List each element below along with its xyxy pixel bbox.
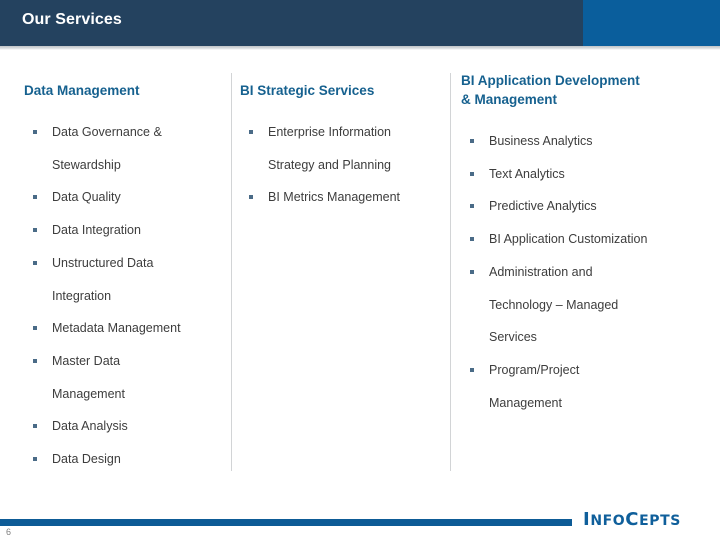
list-item[interactable]: Data Analysis [24, 410, 224, 443]
list-item[interactable]: Enterprise Information Strategy and Plan… [240, 116, 443, 181]
list-item[interactable]: Unstructured Data Integration [24, 247, 224, 312]
bullet-square-icon [470, 237, 474, 242]
list-item-label: Data Integration [52, 223, 141, 238]
bullet-square-icon [33, 326, 37, 331]
column-bi-application-development: BI Application Development & Management … [461, 62, 713, 419]
logo-letters-epts: EPTS [639, 513, 681, 529]
services-columns: Data Management Data Governance & Stewar… [0, 62, 720, 482]
list-item-label: Data Quality [52, 190, 121, 205]
list-item[interactable]: Data Quality [24, 181, 224, 214]
service-list-3: Business Analytics Text Analytics Predic… [461, 125, 713, 419]
column-divider-2 [450, 73, 451, 471]
bullet-square-icon [33, 457, 37, 462]
list-item-label: Text Analytics [489, 166, 565, 181]
service-list-1: Data Governance & Stewardship Data Quali… [24, 116, 224, 476]
bullet-square-icon [470, 204, 474, 209]
list-item-label: Metadata Management [52, 321, 181, 336]
bullet-square-icon [33, 228, 37, 233]
bullet-square-icon [33, 130, 37, 134]
bullet-square-icon [470, 269, 474, 274]
page-title: Our Services [22, 11, 122, 28]
logo-letters-nfo: NFO [590, 513, 626, 529]
bullet-square-icon [470, 139, 474, 143]
bullet-square-icon [470, 171, 474, 176]
list-item-label: Business Analytics [489, 134, 593, 148]
list-item[interactable]: Business Analytics [461, 125, 713, 158]
column-heading-3: BI Application Development & Management [461, 73, 640, 107]
header-shadow-divider [0, 46, 720, 50]
list-item[interactable]: Master Data Management [24, 345, 224, 410]
header-blue-accent-band [583, 0, 720, 46]
list-item[interactable]: BI Metrics Management [240, 181, 443, 214]
list-item-label: Program/Project Management [489, 362, 580, 410]
bullet-square-icon [33, 358, 37, 363]
column-bi-strategic-services: BI Strategic Services Enterprise Informa… [240, 62, 443, 214]
list-item[interactable]: Data Integration [24, 214, 224, 247]
list-item-label: Enterprise Information Strategy and Plan… [268, 125, 392, 172]
column-data-management: Data Management Data Governance & Stewar… [24, 62, 224, 476]
bullet-square-icon [33, 260, 37, 265]
bullet-square-icon [33, 424, 37, 429]
logo-letter-c: C [625, 509, 640, 530]
bullet-square-icon [249, 130, 253, 134]
list-item[interactable]: BI Application Customization [461, 223, 713, 256]
bullet-square-icon [470, 367, 474, 372]
list-item-label: Data Governance & Stewardship [52, 125, 162, 172]
service-list-2: Enterprise Information Strategy and Plan… [240, 116, 443, 214]
list-item[interactable]: Metadata Management [24, 312, 224, 345]
list-item-label: Administration and Technology – Managed … [489, 264, 619, 345]
infocepts-logo: INFOCEPTS [583, 508, 715, 532]
list-item-label: Master Data Management [52, 353, 125, 401]
list-item[interactable]: Data Design [24, 443, 224, 476]
list-item-label: Data Analysis [52, 419, 128, 434]
footer-accent-bar [0, 519, 572, 526]
list-item[interactable]: Program/Project Management [461, 354, 713, 419]
list-item[interactable]: Text Analytics [461, 158, 713, 191]
list-item[interactable]: Predictive Analytics [461, 190, 713, 223]
list-item[interactable]: Data Governance & Stewardship [24, 116, 224, 181]
list-item[interactable]: Administration and Technology – Managed … [461, 256, 713, 354]
list-item-label: Unstructured Data Integration [52, 255, 154, 303]
column-divider-1 [231, 73, 232, 471]
logo-wordmark: INFOCEPTS [583, 508, 715, 533]
column-heading-1: Data Management [24, 83, 140, 98]
list-item-label: Data Design [52, 452, 121, 467]
bullet-square-icon [33, 195, 37, 200]
list-item-label: BI Metrics Management [268, 190, 400, 205]
column-heading-2: BI Strategic Services [240, 83, 375, 98]
page-number: 6 [6, 527, 12, 537]
list-item-label: BI Application Customization [489, 232, 648, 247]
slide-header: Our Services [0, 0, 720, 46]
bullet-square-icon [249, 195, 253, 200]
list-item-label: Predictive Analytics [489, 199, 597, 214]
